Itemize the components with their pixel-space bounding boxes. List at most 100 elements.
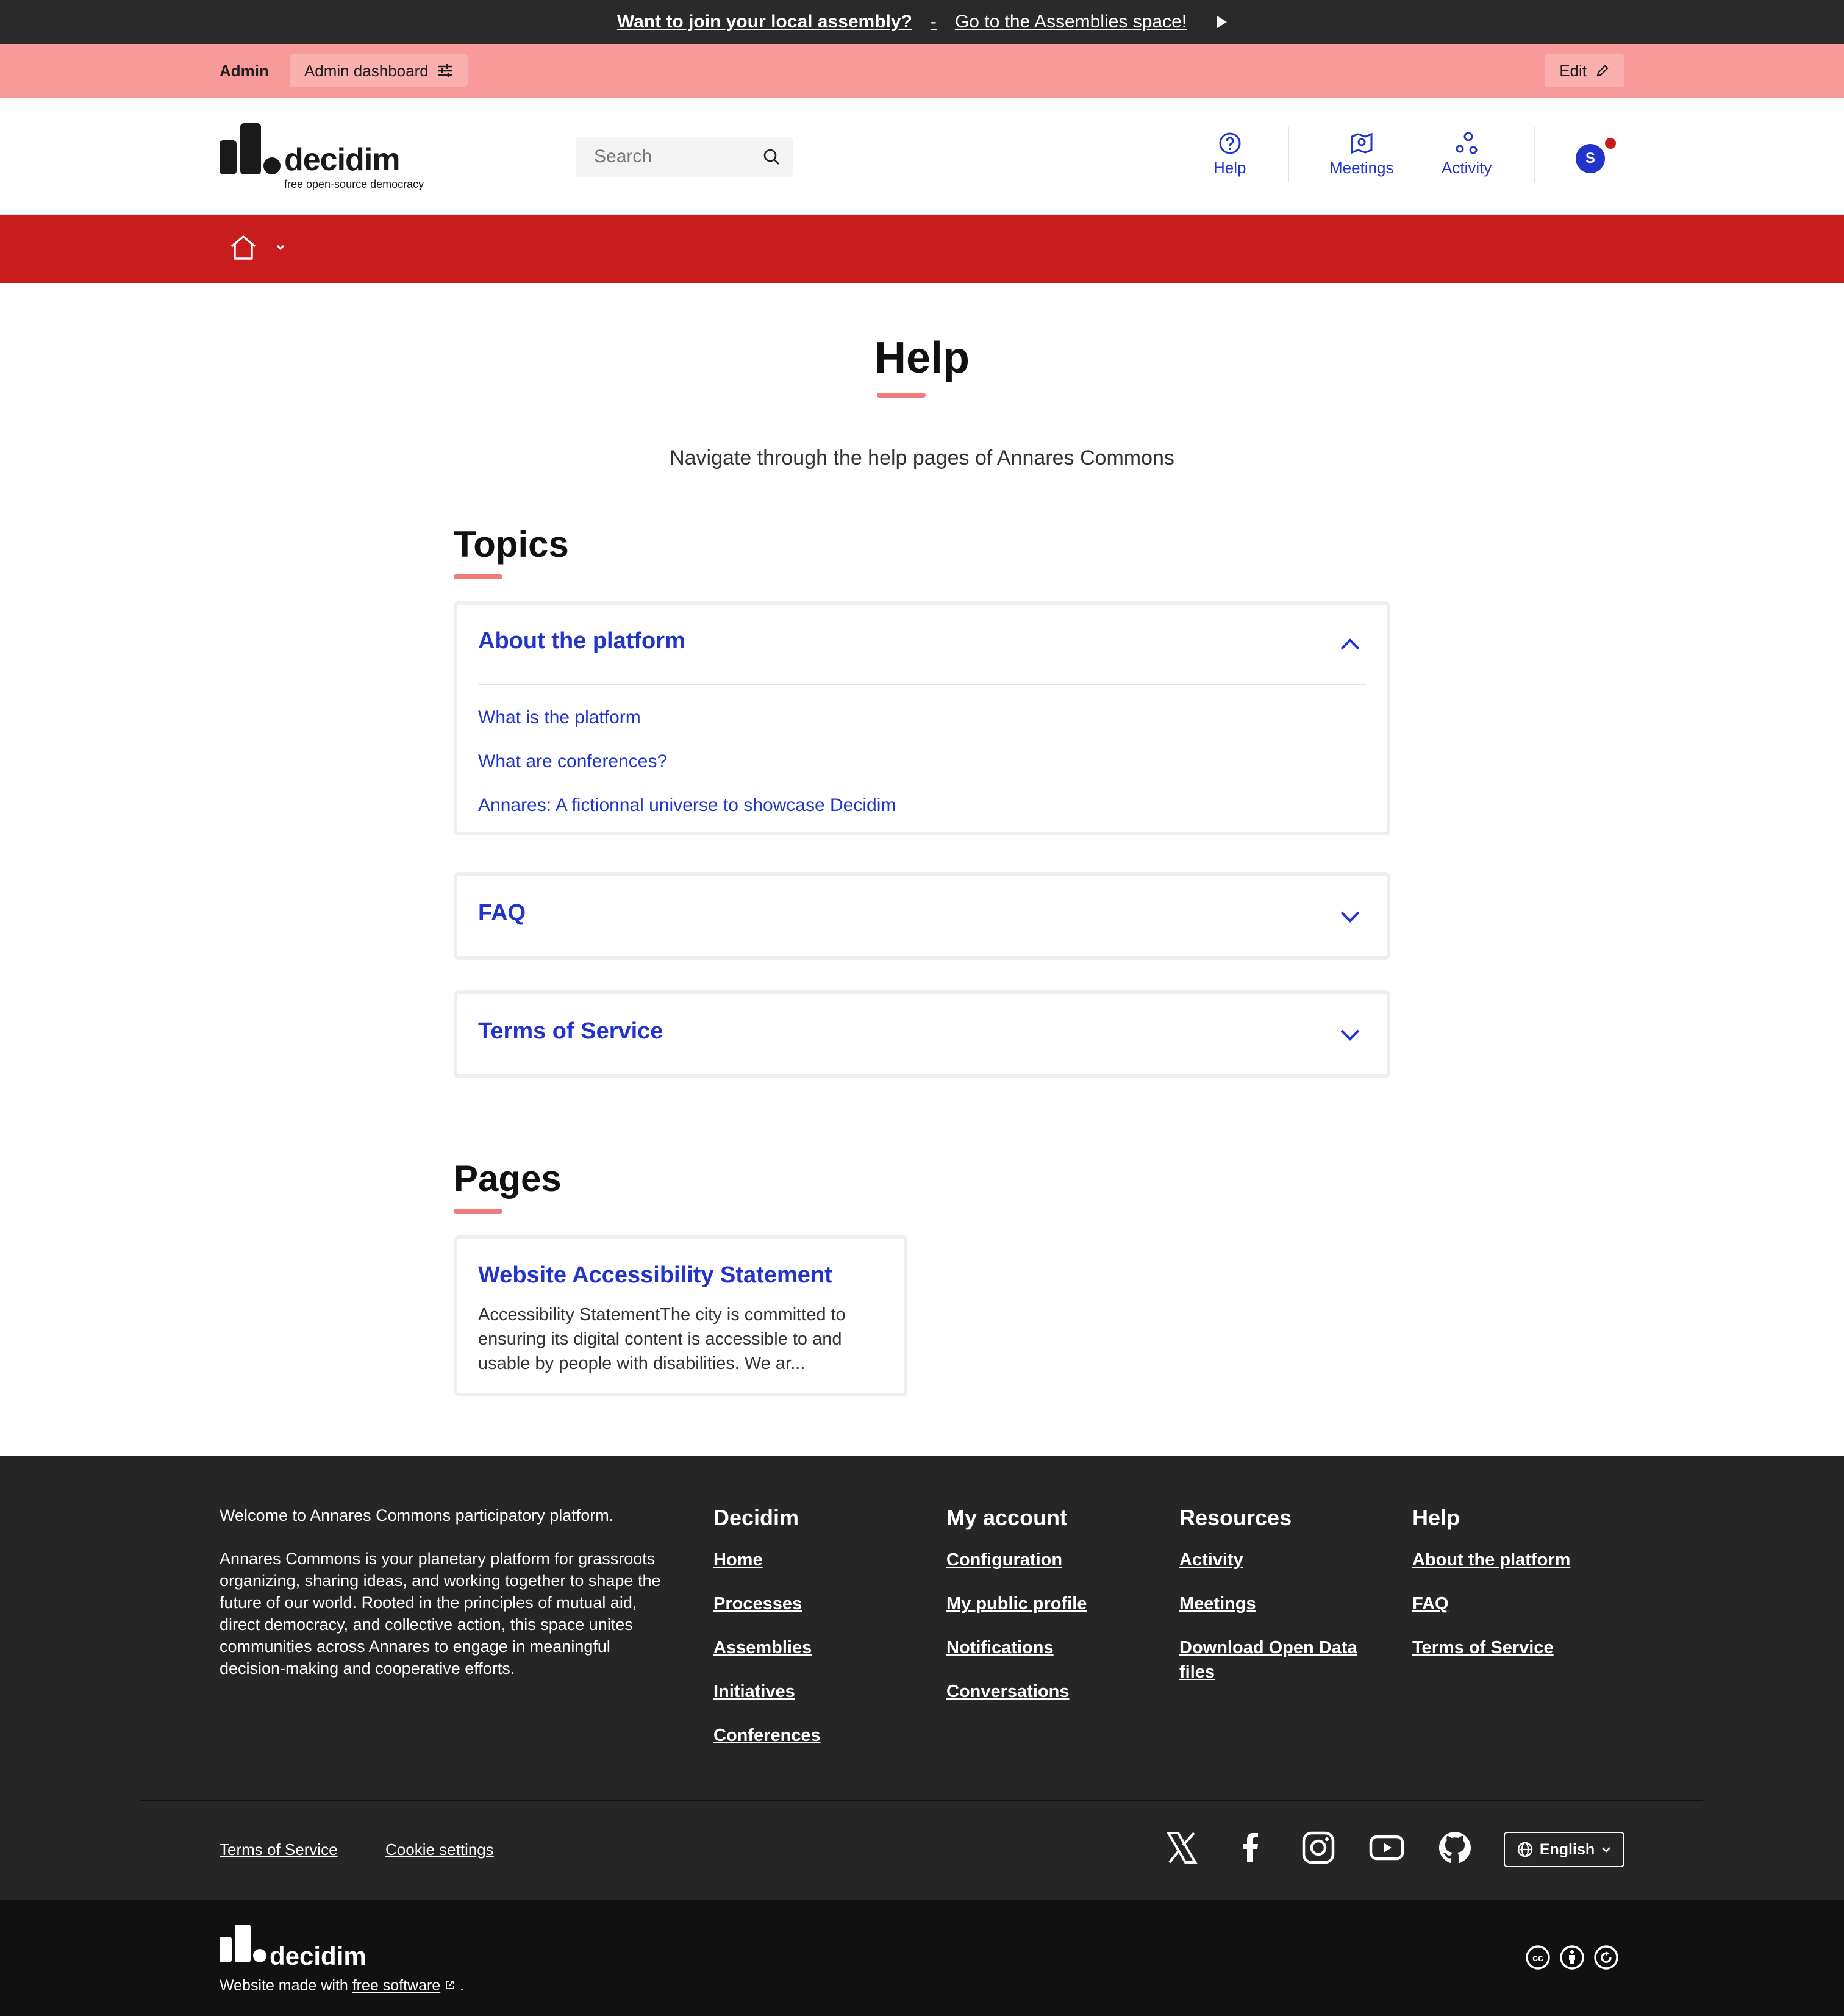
- search-placeholder: Search: [594, 146, 652, 166]
- announcement-separator: -: [930, 12, 937, 32]
- topic-accordion-terms[interactable]: Terms of Service: [454, 990, 1390, 1078]
- admin-bar: Admin Admin dashboard Edit: [0, 44, 1844, 98]
- decidim-logo[interactable]: decidim free open-source democracy: [220, 123, 424, 190]
- home-icon[interactable]: [229, 234, 257, 261]
- footer-link[interactable]: About the platform: [1412, 1548, 1570, 1572]
- footer-divider: [140, 1800, 1703, 1801]
- footer-about: Annares Commons is your planetary platfo…: [220, 1550, 661, 1678]
- pages-heading: Pages: [454, 1158, 562, 1199]
- x-icon[interactable]: [1163, 1829, 1200, 1866]
- footer-link[interactable]: FAQ: [1412, 1592, 1570, 1616]
- topics-underline: [454, 574, 502, 579]
- footer-column-decidim: Decidim Home Processes Assemblies Initia…: [713, 1505, 821, 1767]
- facebook-icon[interactable]: [1232, 1829, 1268, 1866]
- bottom-logo-word: decidim: [270, 1942, 366, 1970]
- decidim-logo-mark: [220, 123, 281, 174]
- help-circle-icon: [1219, 132, 1241, 154]
- announcement-lead[interactable]: Want to join your local assembly?: [617, 12, 912, 32]
- creative-commons-icon[interactable]: cc: [1524, 1944, 1551, 1971]
- logo-word: decidim: [284, 142, 400, 177]
- page-card-excerpt: Accessibility StatementThe city is commi…: [478, 1305, 846, 1373]
- github-icon[interactable]: [1437, 1829, 1473, 1866]
- topic-link[interactable]: What are conferences?: [478, 751, 667, 772]
- avatar[interactable]: S: [1576, 144, 1605, 173]
- topic-accordion-about: About the platform What is the platform …: [454, 601, 1390, 835]
- footer-link[interactable]: Activity: [1179, 1548, 1387, 1572]
- footer-cookie-link[interactable]: Cookie settings: [385, 1840, 494, 1859]
- topic-link[interactable]: Annares: A fictionnal universe to showca…: [478, 795, 896, 816]
- logo-tagline: free open-source democracy: [284, 178, 424, 190]
- site-header: decidim free open-source democracy Searc…: [0, 98, 1844, 215]
- made-with-period: .: [460, 1977, 465, 1994]
- footer-link[interactable]: Notifications: [946, 1635, 1087, 1660]
- footer-link[interactable]: Assemblies: [713, 1635, 821, 1660]
- footer-link[interactable]: Conversations: [946, 1679, 1087, 1704]
- footer-link[interactable]: Conferences: [713, 1723, 821, 1748]
- announcement-link[interactable]: Go to the Assemblies space!: [955, 12, 1187, 32]
- pencil-icon: [1596, 65, 1609, 77]
- map-pin-icon: [1351, 132, 1373, 154]
- chevron-down-icon[interactable]: [276, 244, 285, 251]
- nav-activity-label: Activity: [1442, 159, 1492, 177]
- language-label: English: [1539, 1840, 1595, 1858]
- search-input[interactable]: Search: [576, 137, 793, 177]
- youtube-icon[interactable]: [1368, 1829, 1405, 1866]
- edit-button[interactable]: Edit: [1545, 54, 1624, 87]
- notification-dot: [1605, 138, 1616, 149]
- attribution-icon[interactable]: [1559, 1944, 1585, 1971]
- footer-link[interactable]: Download Open Data files: [1179, 1635, 1387, 1684]
- footer-link[interactable]: Configuration: [946, 1548, 1087, 1572]
- chevron-down-icon[interactable]: [1338, 909, 1362, 926]
- topics-heading: Topics: [454, 524, 569, 565]
- footer-column-heading: Decidim: [713, 1505, 799, 1530]
- nav-help[interactable]: Help: [1213, 132, 1246, 177]
- activity-icon: [1456, 132, 1478, 154]
- nav-divider: [1288, 127, 1289, 182]
- page-card[interactable]: Website Accessibility Statement Accessib…: [454, 1235, 907, 1396]
- footer-column-help: Help About the platform FAQ Terms of Ser…: [1412, 1505, 1570, 1679]
- footer-column-heading: My account: [946, 1505, 1068, 1530]
- footer-link[interactable]: Home: [713, 1548, 821, 1572]
- nav-meetings-label: Meetings: [1329, 159, 1394, 177]
- footer-link[interactable]: Initiatives: [713, 1679, 821, 1704]
- nav-divider: [1534, 127, 1535, 182]
- footer-terms-link[interactable]: Terms of Service: [220, 1840, 338, 1859]
- announcement-bar: Want to join your local assembly? - Go t…: [0, 0, 1844, 44]
- page-title: Help: [874, 334, 970, 382]
- footer-link[interactable]: Processes: [713, 1592, 821, 1616]
- page-subtitle: Navigate through the help pages of Annar…: [670, 446, 1174, 470]
- svg-text:cc: cc: [1532, 1953, 1543, 1964]
- share-alike-icon[interactable]: [1593, 1944, 1620, 1971]
- language-selector[interactable]: English: [1504, 1832, 1624, 1867]
- topic-title[interactable]: Terms of Service: [478, 1018, 663, 1045]
- sliders-icon: [438, 64, 452, 77]
- chevron-up-icon[interactable]: [1338, 635, 1362, 652]
- decidim-logo-mark[interactable]: [220, 1925, 268, 1965]
- main-content: Help Navigate through the help pages of …: [0, 283, 1844, 1456]
- footer-link[interactable]: My public profile: [946, 1592, 1087, 1616]
- nav-activity[interactable]: Activity: [1442, 132, 1492, 177]
- admin-dashboard-button[interactable]: Admin dashboard: [289, 54, 468, 87]
- nav-help-label: Help: [1213, 159, 1246, 177]
- admin-label: Admin: [220, 61, 269, 80]
- footer-column-resources: Resources Activity Meetings Download Ope…: [1179, 1505, 1387, 1704]
- made-with-text: Website made with free software .: [220, 1977, 464, 1995]
- topic-accordion-faq[interactable]: FAQ: [454, 872, 1390, 960]
- instagram-icon[interactable]: [1300, 1829, 1337, 1866]
- globe-icon: [1517, 1842, 1533, 1857]
- main-menu-bar: [0, 215, 1844, 283]
- topic-title[interactable]: FAQ: [478, 900, 526, 926]
- play-icon[interactable]: [1217, 16, 1228, 28]
- site-footer: Welcome to Annares Commons participatory…: [0, 1456, 1844, 1900]
- footer-welcome: Welcome to Annares Commons participatory…: [220, 1506, 614, 1525]
- nav-meetings[interactable]: Meetings: [1329, 132, 1394, 177]
- footer-link[interactable]: Meetings: [1179, 1592, 1387, 1616]
- search-icon[interactable]: [762, 148, 781, 166]
- bottom-bar: decidim Website made with free software …: [0, 1900, 1844, 2016]
- page-card-title[interactable]: Website Accessibility Statement: [478, 1262, 832, 1289]
- topic-link[interactable]: What is the platform: [478, 707, 641, 728]
- free-software-link[interactable]: free software: [352, 1977, 441, 1994]
- topic-title[interactable]: About the platform: [478, 628, 685, 654]
- chevron-down-icon[interactable]: [1338, 1027, 1362, 1044]
- footer-link[interactable]: Terms of Service: [1412, 1635, 1570, 1660]
